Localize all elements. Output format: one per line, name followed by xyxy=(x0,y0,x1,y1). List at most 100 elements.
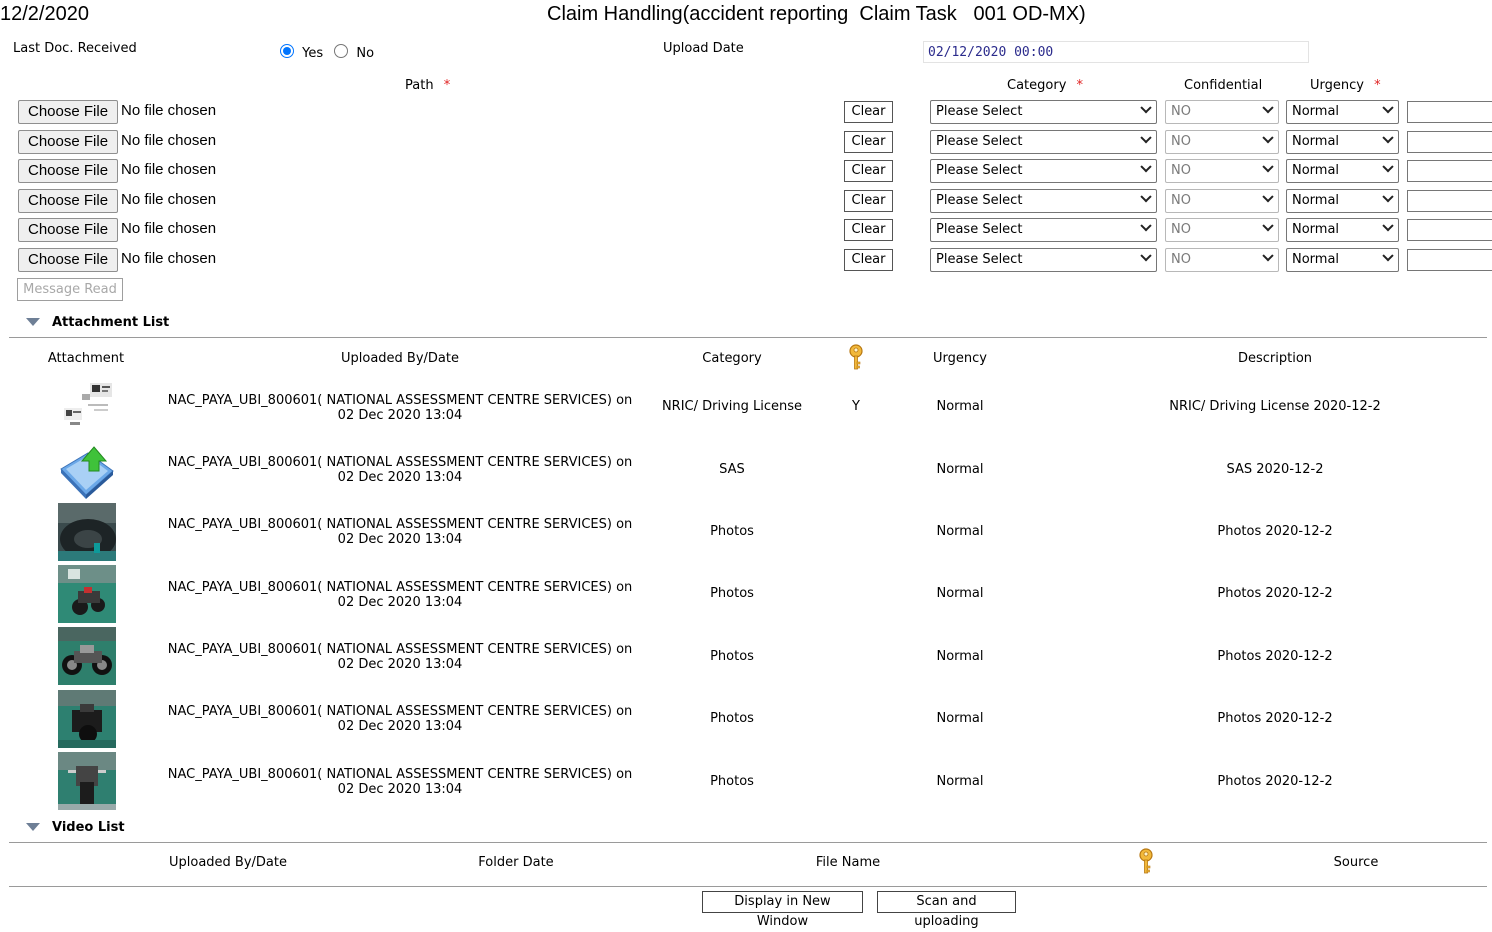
scan-upload-button[interactable]: Scan and uploading xyxy=(877,891,1016,929)
file-status: No file chosen xyxy=(121,132,217,149)
video-list-toggle[interactable]: Video List xyxy=(26,820,125,835)
upload-date: 02 Dec 2020 13:04 xyxy=(337,470,463,485)
category-cell: Photos xyxy=(710,774,754,789)
category-select[interactable]: Please Select xyxy=(930,218,1157,242)
chevron-down-icon xyxy=(1140,102,1152,114)
category-label: Category xyxy=(1007,78,1067,93)
urgency-cell: Normal xyxy=(936,649,984,664)
confidential-select[interactable]: NO xyxy=(1165,159,1279,183)
no-radio[interactable] xyxy=(334,43,349,58)
photo-thumbnail[interactable] xyxy=(58,503,116,561)
chevron-down-icon xyxy=(1140,161,1152,173)
upload-date: 02 Dec 2020 13:04 xyxy=(337,408,463,423)
urgency-select[interactable]: Normal xyxy=(1286,159,1399,183)
chevron-down-icon xyxy=(1262,220,1274,232)
choose-file-button[interactable]: Choose File xyxy=(18,189,119,213)
urgency-select[interactable]: Normal xyxy=(1286,248,1399,272)
description-cell: Photos 2020-12-2 xyxy=(1217,649,1333,664)
category-cell: NRIC/ Driving License xyxy=(661,399,803,414)
file-upload-row: Choose File No file chosen Clear Please … xyxy=(0,189,1492,213)
category-select[interactable]: Please Select xyxy=(930,189,1157,213)
urgency-cell: Normal xyxy=(936,524,984,539)
required-mark: * xyxy=(443,78,451,93)
choose-file-button[interactable]: Choose File xyxy=(18,130,119,154)
confidential-select[interactable]: NO xyxy=(1165,218,1279,242)
category-select[interactable]: Please Select xyxy=(930,100,1157,124)
category-select[interactable]: Please Select xyxy=(930,159,1157,183)
uploader-cell: NAC_PAYA_UBI_800601( NATIONAL ASSESSMENT… xyxy=(160,642,640,672)
file-status: No file chosen xyxy=(121,191,217,208)
choose-file-button[interactable]: Choose File xyxy=(18,218,119,242)
uploader-cell: NAC_PAYA_UBI_800601( NATIONAL ASSESSMENT… xyxy=(160,517,640,547)
photo-thumbnail[interactable] xyxy=(58,690,116,748)
urgency-value: Normal xyxy=(1292,104,1340,119)
confidential-select[interactable]: NO xyxy=(1165,100,1279,124)
confidential-select[interactable]: NO xyxy=(1165,130,1279,154)
category-value: Please Select xyxy=(936,252,1023,267)
yes-radio[interactable] xyxy=(280,43,294,58)
photo-thumbnail[interactable] xyxy=(58,752,116,810)
category-select[interactable]: Please Select xyxy=(930,248,1157,272)
category-select[interactable]: Please Select xyxy=(930,130,1157,154)
uploader-cell: NAC_PAYA_UBI_800601( NATIONAL ASSESSMENT… xyxy=(160,455,640,485)
display-new-window-button[interactable]: Display in New Window xyxy=(702,891,863,929)
description-input[interactable] xyxy=(1407,101,1492,123)
category-value: Please Select xyxy=(936,134,1023,149)
description-input[interactable] xyxy=(1407,219,1492,241)
uploader-name: NAC_PAYA_UBI_800601( NATIONAL ASSESSMENT… xyxy=(167,455,633,470)
page-title: Claim Handling(accident reporting Claim … xyxy=(547,3,1086,25)
description-input[interactable] xyxy=(1407,190,1492,212)
urgency-select[interactable]: Normal xyxy=(1286,100,1399,124)
path-label: Path xyxy=(405,78,434,93)
divider xyxy=(9,842,1487,843)
confidential-value: NO xyxy=(1171,252,1191,267)
choose-file-button[interactable]: Choose File xyxy=(18,248,119,272)
chevron-down-icon xyxy=(1382,132,1394,144)
file-upload-row: Choose File No file chosen Clear Please … xyxy=(0,100,1492,124)
upload-date-input[interactable]: 02/12/2020 00:00 xyxy=(923,41,1309,63)
clear-button[interactable]: Clear xyxy=(844,219,893,241)
attachment-list-toggle[interactable]: Attachment List xyxy=(26,315,169,330)
upload-file-icon[interactable] xyxy=(58,441,116,499)
photo-thumbnail[interactable] xyxy=(58,565,116,623)
divider xyxy=(9,337,1487,338)
clear-button[interactable]: Clear xyxy=(844,131,893,153)
clear-button[interactable]: Clear xyxy=(844,249,893,271)
file-status: No file chosen xyxy=(121,161,217,178)
document-thumbnail[interactable] xyxy=(58,378,116,436)
description-cell: Photos 2020-12-2 xyxy=(1217,774,1333,789)
chevron-down-icon xyxy=(1262,102,1274,114)
photo-thumbnail[interactable] xyxy=(58,627,116,685)
upload-date: 02 Dec 2020 13:04 xyxy=(337,782,463,797)
urgency-select[interactable]: Normal xyxy=(1286,189,1399,213)
description-input[interactable] xyxy=(1407,131,1492,153)
uploader-name: NAC_PAYA_UBI_800601( NATIONAL ASSESSMENT… xyxy=(167,517,633,532)
uploader-name: NAC_PAYA_UBI_800601( NATIONAL ASSESSMENT… xyxy=(167,767,633,782)
category-cell: Photos xyxy=(710,649,754,664)
message-read-button[interactable]: Message Read xyxy=(17,278,123,301)
clear-button[interactable]: Clear xyxy=(844,190,893,212)
file-upload-row: Choose File No file chosen Clear Please … xyxy=(0,130,1492,154)
clear-button[interactable]: Clear xyxy=(844,160,893,182)
no-label: No xyxy=(356,46,375,61)
description-cell: Photos 2020-12-2 xyxy=(1217,524,1333,539)
clear-button[interactable]: Clear xyxy=(844,101,893,123)
col-description: Description xyxy=(1237,351,1313,366)
choose-file-button[interactable]: Choose File xyxy=(18,159,119,183)
description-input[interactable] xyxy=(1407,249,1492,271)
confidential-select[interactable]: NO xyxy=(1165,189,1279,213)
description-cell: Photos 2020-12-2 xyxy=(1217,586,1333,601)
description-input[interactable] xyxy=(1407,160,1492,182)
upload-date: 02 Dec 2020 13:04 xyxy=(337,657,463,672)
key-icon xyxy=(849,344,863,370)
urgency-value: Normal xyxy=(1292,134,1340,149)
category-value: Please Select xyxy=(936,163,1023,178)
urgency-select[interactable]: Normal xyxy=(1286,218,1399,242)
chevron-down-icon xyxy=(1382,191,1394,203)
col-attachment: Attachment xyxy=(47,351,125,366)
choose-file-button[interactable]: Choose File xyxy=(18,100,119,124)
confidential-select[interactable]: NO xyxy=(1165,248,1279,272)
chevron-down-icon xyxy=(1140,220,1152,232)
urgency-select[interactable]: Normal xyxy=(1286,130,1399,154)
urgency-value: Normal xyxy=(1292,193,1340,208)
